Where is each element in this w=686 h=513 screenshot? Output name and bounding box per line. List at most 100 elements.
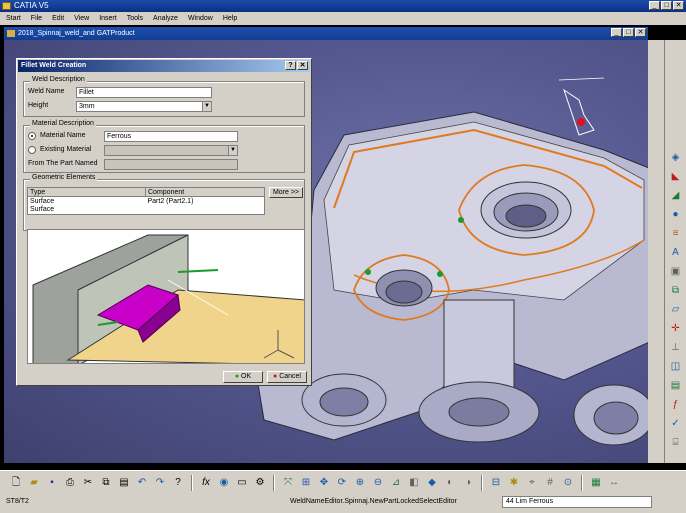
geometric-elements-label: Geometric Elements [30,174,98,181]
existing-material-radio[interactable] [28,146,36,154]
column-type[interactable]: Type [27,187,146,197]
app-minimize-button[interactable]: _ [649,1,660,10]
app-close-button[interactable]: ✕ [673,1,684,10]
table-row[interactable]: Surface [28,206,265,215]
zoom-in-icon[interactable]: ⊕ [352,475,368,491]
fillet-weld-icon[interactable]: ◣ [667,169,685,185]
cancel-label: Cancel [279,373,301,380]
groove-weld-icon[interactable]: ◢ [667,188,685,204]
pan-icon[interactable]: ✥ [316,475,332,491]
tools-icon[interactable]: ⚙ [252,475,268,491]
column-component[interactable]: Component [145,187,265,197]
whats-this-icon[interactable]: ? [170,475,186,491]
status-left-text: ST8/T2 [6,498,29,505]
measure-between-icon[interactable]: ↔ [606,475,622,491]
material-name-input[interactable]: Ferrous [104,131,238,142]
cut-icon[interactable]: ✂ [80,475,96,491]
bottom-toolbar: 🗋 ▰ ▪ ⎙ ✂ ⧉ ▤ ↶ ↷ ? fx ◉ ▭ ⚙ ⤧ ⊞ ✥ ⟳ ⊕ ⊖… [0,470,686,494]
hide-show-icon[interactable]: ◐ [442,475,458,491]
copy-icon[interactable]: ⧉ [98,475,114,491]
cancel-button[interactable]: ● Cancel [267,371,307,383]
view-icon[interactable]: ◧ [406,475,422,491]
height-dropdown-icon[interactable]: ▼ [202,102,211,111]
catia-logo-icon [2,2,11,10]
app-maximize-button[interactable]: □ [661,1,672,10]
ok-button[interactable]: ● OK [223,371,263,383]
dialog-title-bar: Fillet Weld Creation ? ✕ [18,60,310,72]
weld-planner-icon[interactable]: ◈ [667,150,685,166]
save-icon[interactable]: ▪ [44,475,60,491]
product-icon [7,30,15,37]
row-type: Surface [30,197,55,205]
snap-icon[interactable]: ⌖ [524,475,540,491]
swap-visible-icon[interactable]: ◑ [460,475,476,491]
from-part-label: From The Part Named [28,160,98,167]
part-body-icon[interactable]: ▣ [667,264,685,280]
menu-file[interactable]: File [31,15,42,22]
menu-window[interactable]: Window [188,15,213,22]
toolbar-separator [273,474,275,491]
command-input[interactable]: 44 Lim Ferrous [502,496,652,508]
shading-icon[interactable]: ◆ [424,475,440,491]
spot-weld-icon[interactable]: ● [667,207,685,223]
rotate-icon[interactable]: ⟳ [334,475,350,491]
table-row[interactable]: Surface Part2 (Part2.1) [28,197,265,206]
zoom-out-icon[interactable]: ⊖ [370,475,386,491]
axis-icon[interactable]: ✛ [667,321,685,337]
seam-weld-icon[interactable]: ≡ [667,226,685,242]
product-tree-icon[interactable]: ⌸ [667,435,685,451]
catalog-icon[interactable]: ▤ [667,378,685,394]
weld-preview-viewer[interactable] [27,229,305,364]
existing-material-dropdown-icon[interactable]: ▼ [228,146,237,155]
print-icon[interactable]: ⎙ [62,475,78,491]
lighting-icon[interactable]: ✱ [506,475,522,491]
height-value: 3mm [79,103,95,110]
new-icon[interactable]: 🗋 [8,475,24,491]
menu-analyze[interactable]: Analyze [153,15,178,22]
catalog-browser-icon[interactable]: ▦ [588,475,604,491]
sketcher-icon[interactable]: ▭ [234,475,250,491]
redo-icon[interactable]: ↷ [152,475,168,491]
dialog-close-button[interactable]: ✕ [297,61,308,70]
formula-icon[interactable]: fx [198,475,214,491]
weld-name-input[interactable]: Fillet [76,87,212,98]
menu-start[interactable]: Start [6,15,21,22]
dialog-help-button[interactable]: ? [285,61,296,70]
compass-icon[interactable]: ⊙ [560,475,576,491]
menu-view[interactable]: View [74,15,89,22]
material-name-label: Material Name [40,132,86,139]
material-description-label: Material Description [30,120,96,127]
multi-view-icon[interactable]: ⊟ [488,475,504,491]
menu-edit[interactable]: Edit [52,15,64,22]
parameter-icon[interactable]: ƒ [667,397,685,413]
status-command-text: WeldNameEditor.Spinnaj.NewPartLockedSele… [290,498,457,505]
fit-all-icon[interactable]: ⊞ [298,475,314,491]
plane-icon[interactable]: ▱ [667,302,685,318]
doc-minimize-button[interactable]: _ [611,28,622,37]
doc-maximize-button[interactable]: □ [623,28,634,37]
measure-icon[interactable]: ⊥ [667,340,685,356]
knowledge-icon[interactable]: ◉ [216,475,232,491]
section-icon[interactable]: ◫ [667,359,685,375]
fly-mode-icon[interactable]: ⤧ [280,475,296,491]
open-icon[interactable]: ▰ [26,475,42,491]
more-button[interactable]: More >> [269,187,303,198]
undo-icon[interactable]: ↶ [134,475,150,491]
menu-tools[interactable]: Tools [127,15,143,22]
material-name-radio[interactable] [28,132,36,140]
menu-bar: Start File Edit View Insert Tools Analyz… [0,12,686,25]
check-icon[interactable]: ✓ [667,416,685,432]
from-part-input [104,159,238,170]
row-component: Part2 (Part2.1) [147,197,194,205]
existing-material-select[interactable]: ▼ [104,145,238,156]
assembly-icon[interactable]: ⧉ [667,283,685,299]
normal-view-icon[interactable]: ⊿ [388,475,404,491]
document-title: 2018_Spinnaj_weld_and GATProduct [18,30,135,37]
menu-insert[interactable]: Insert [99,15,117,22]
annotation-icon[interactable]: A [667,245,685,261]
height-select[interactable]: 3mm ▼ [76,101,212,112]
paste-icon[interactable]: ▤ [116,475,132,491]
menu-help[interactable]: Help [223,15,237,22]
doc-close-button[interactable]: ✕ [635,28,646,37]
grid-icon[interactable]: # [542,475,558,491]
